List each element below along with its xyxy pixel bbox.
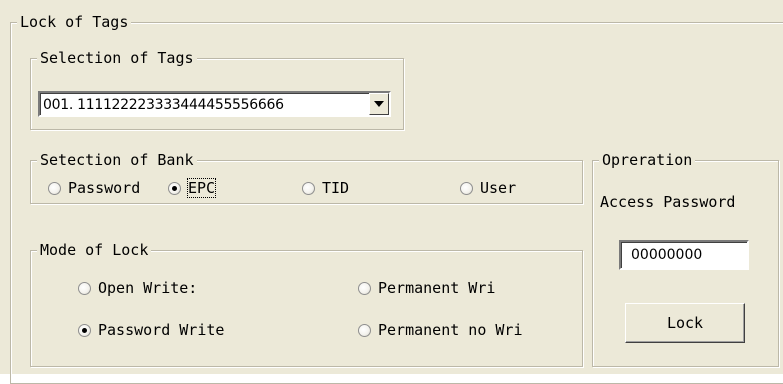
radio-circle (302, 181, 315, 195)
mode-radio-password-write-label: Password Write (98, 321, 225, 339)
radio-circle (358, 323, 371, 337)
bank-radio-epc-label: EPC (186, 178, 217, 198)
lock-of-tags-legend: Lock of Tags (17, 12, 132, 32)
tag-select-value: 001. 111122223333444455556666 (43, 97, 284, 113)
bank-radio-epc[interactable]: EPC (168, 178, 217, 198)
mode-radio-permanent-write[interactable]: Permanent Wri (358, 278, 495, 298)
chevron-down-icon (374, 101, 384, 107)
bank-radio-password-label: Password (68, 179, 141, 197)
mode-of-lock-group: Mode of Lock (30, 240, 583, 367)
bank-radio-password[interactable]: Password (48, 178, 184, 198)
bank-radio-user[interactable]: User (460, 178, 516, 198)
mode-of-lock-legend: Mode of Lock (37, 240, 152, 260)
radio-circle (460, 181, 473, 195)
mode-radio-permanent-write-label: Permanent Wri (378, 279, 496, 297)
lock-button[interactable]: Lock (625, 303, 745, 343)
lock-panel: Lock of Tags Selection of Tags 001. 1111… (0, 0, 783, 384)
radio-circle (358, 281, 371, 295)
dropdown-button[interactable] (369, 93, 389, 115)
bank-selection-legend: Setection of Bank (37, 150, 197, 170)
radio-circle-checked (168, 181, 181, 195)
mode-radio-permanent-no-write[interactable]: Permanent no Wri (358, 320, 580, 340)
bank-radio-tid-label: TID (322, 179, 350, 197)
tag-select[interactable]: 001. 111122223333444455556666 (38, 91, 391, 117)
bank-radio-user-label: User (480, 179, 517, 197)
radio-circle (48, 181, 61, 195)
mode-radio-open-write[interactable]: Open Write: (78, 278, 197, 298)
operation-legend: Opreration (599, 150, 696, 170)
access-password-input[interactable]: 00000000 (619, 240, 749, 270)
radio-circle (78, 281, 91, 295)
mode-radio-open-write-label: Open Write: (98, 279, 198, 297)
access-password-label: Access Password (600, 193, 736, 211)
bank-radio-tid[interactable]: TID (302, 178, 349, 198)
radio-circle-checked (78, 323, 91, 337)
mode-radio-password-write[interactable]: Password Write (78, 320, 224, 340)
mode-radio-permanent-no-write-label: Permanent no Wri (378, 321, 523, 339)
selection-of-tags-legend: Selection of Tags (37, 48, 197, 68)
